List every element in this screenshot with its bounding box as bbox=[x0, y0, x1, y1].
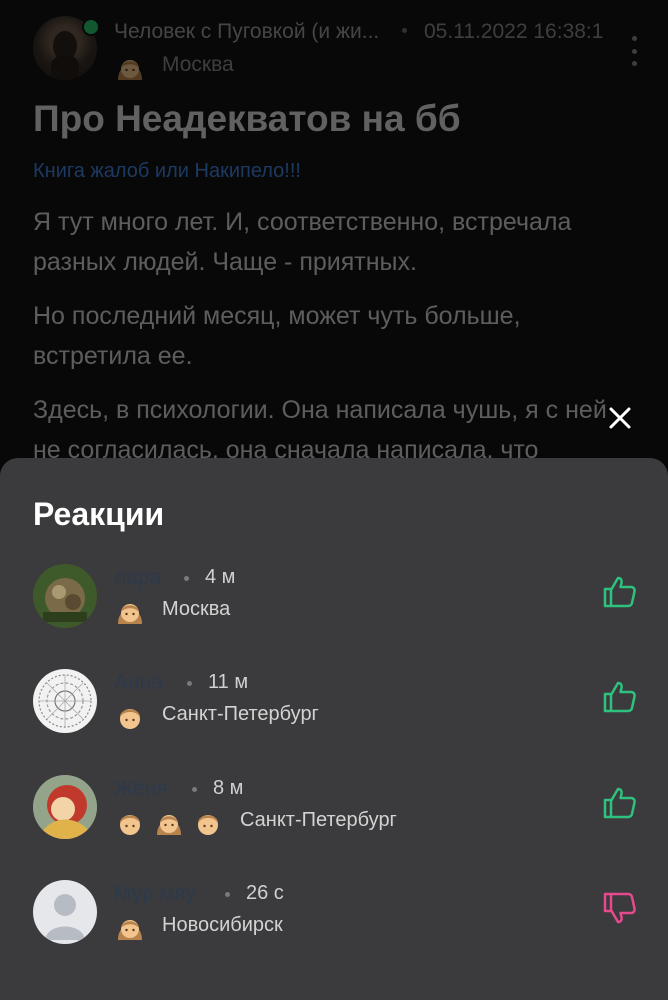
separator-dot bbox=[192, 787, 197, 792]
separator-dot bbox=[225, 892, 230, 897]
thumbs-down-icon bbox=[602, 890, 638, 926]
reactor-name[interactable]: лара bbox=[114, 566, 161, 590]
reaction-time: 26 с bbox=[246, 882, 284, 904]
post-category-link[interactable]: Книга жалоб или Накипело!!! bbox=[33, 160, 301, 183]
thumbs-up-icon bbox=[602, 679, 638, 715]
reaction-time: 8 м bbox=[213, 777, 244, 799]
man-emoji-icon bbox=[114, 701, 146, 738]
online-indicator bbox=[82, 18, 100, 36]
avatar[interactable] bbox=[33, 775, 97, 839]
avatar[interactable] bbox=[33, 564, 97, 628]
post-city: Москва bbox=[162, 53, 234, 76]
woman-emoji-icon bbox=[114, 596, 146, 633]
reactor-name[interactable]: Анна bbox=[114, 671, 163, 695]
separator-dot bbox=[402, 28, 407, 33]
reaction-row[interactable]: Анна 11 м Санкт-Петербург bbox=[0, 669, 668, 749]
reaction-row[interactable]: Женя 8 м Санкт-Петербург bbox=[0, 775, 668, 855]
woman-emoji-icon bbox=[153, 807, 185, 844]
man-emoji-icon bbox=[192, 807, 224, 844]
reactor-name[interactable]: Женя bbox=[114, 777, 168, 801]
separator-dot bbox=[187, 681, 192, 686]
post-date: 05.11.2022 16:38:1 bbox=[424, 20, 604, 43]
close-icon[interactable] bbox=[606, 404, 634, 432]
thumbs-up-icon bbox=[602, 574, 638, 610]
woman-emoji-icon bbox=[114, 52, 146, 89]
reactor-city: Санкт-Петербург bbox=[240, 809, 397, 831]
woman-emoji-icon bbox=[114, 912, 146, 949]
thumbs-up-icon bbox=[602, 785, 638, 821]
post-author-name[interactable]: Человек с Пуговкой (и жи... bbox=[114, 20, 379, 44]
more-options-icon[interactable] bbox=[628, 36, 640, 66]
sheet-title: Реакции bbox=[33, 496, 165, 532]
man-emoji-icon bbox=[114, 807, 146, 844]
reaction-row[interactable]: лара 4 м Москва bbox=[0, 564, 668, 644]
post-paragraph: Я тут много лет. И, соответственно, встр… bbox=[33, 208, 572, 276]
post-title: Про Неадекватов на бб bbox=[33, 98, 461, 139]
reactor-city: Санкт-Петербург bbox=[162, 703, 319, 725]
post-paragraph: Но последний месяц, может чуть больше, в… bbox=[33, 302, 521, 370]
reactor-name[interactable]: Мур мяу bbox=[114, 882, 196, 906]
reaction-time: 4 м bbox=[205, 566, 236, 588]
reactor-city: Новосибирск bbox=[162, 914, 283, 936]
avatar[interactable] bbox=[33, 880, 97, 944]
reactor-city: Москва bbox=[162, 598, 231, 620]
reaction-row[interactable]: Мур мяу 26 с Новосибирск bbox=[0, 880, 668, 960]
separator-dot bbox=[184, 576, 189, 581]
reaction-time: 11 м bbox=[208, 671, 249, 693]
avatar[interactable] bbox=[33, 669, 97, 733]
reactions-sheet: Реакции лара 4 м Москва Анна 11 м Санкт-… bbox=[0, 458, 668, 1000]
